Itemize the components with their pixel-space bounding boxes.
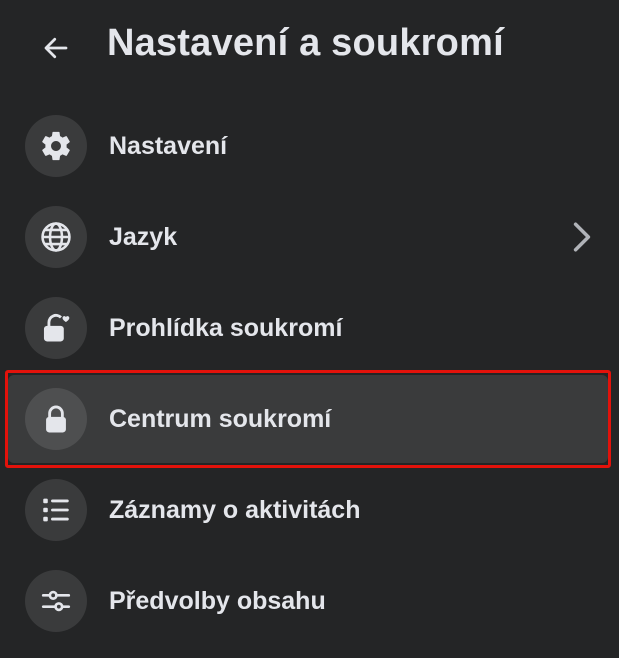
menu-item-label: Nastavení <box>109 131 228 160</box>
menu-item-label: Centrum soukromí <box>109 404 332 433</box>
header: Nastavení a soukromí <box>0 0 619 96</box>
page-title: Nastavení a soukromí <box>107 22 504 64</box>
menu-item-language[interactable]: Jazyk <box>8 193 608 281</box>
chevron-right-icon <box>570 220 594 254</box>
menu-item-privacy-center[interactable]: Centrum soukromí <box>8 375 608 463</box>
back-button[interactable] <box>36 28 76 68</box>
lock-icon <box>46 405 66 433</box>
menu-item-label: Jazyk <box>109 222 178 251</box>
globe-icon-wrapper <box>25 206 87 268</box>
lock-icon-wrapper <box>25 388 87 450</box>
globe-icon <box>41 222 71 252</box>
list-icon <box>43 498 69 522</box>
menu-item-privacy-checkup[interactable]: Prohlídka soukromí <box>8 284 608 372</box>
sliders-icon-wrapper <box>25 570 87 632</box>
list-icon-wrapper <box>25 479 87 541</box>
lock-heart-icon <box>43 313 70 342</box>
lock-heart-icon-wrapper <box>25 297 87 359</box>
menu-item-label: Prohlídka soukromí <box>109 313 343 342</box>
arrow-left-icon <box>44 37 68 59</box>
menu-item-activity-log[interactable]: Záznamy o aktivitách <box>8 466 608 554</box>
menu-item-label: Předvolby obsahu <box>109 586 326 615</box>
gear-icon <box>42 131 70 161</box>
gear-icon-wrapper <box>25 115 87 177</box>
menu-item-label: Záznamy o aktivitách <box>109 495 361 524</box>
sliders-icon <box>41 590 71 612</box>
menu-item-settings[interactable]: Nastavení <box>8 102 608 190</box>
menu-item-content-preferences[interactable]: Předvolby obsahu <box>8 557 608 645</box>
